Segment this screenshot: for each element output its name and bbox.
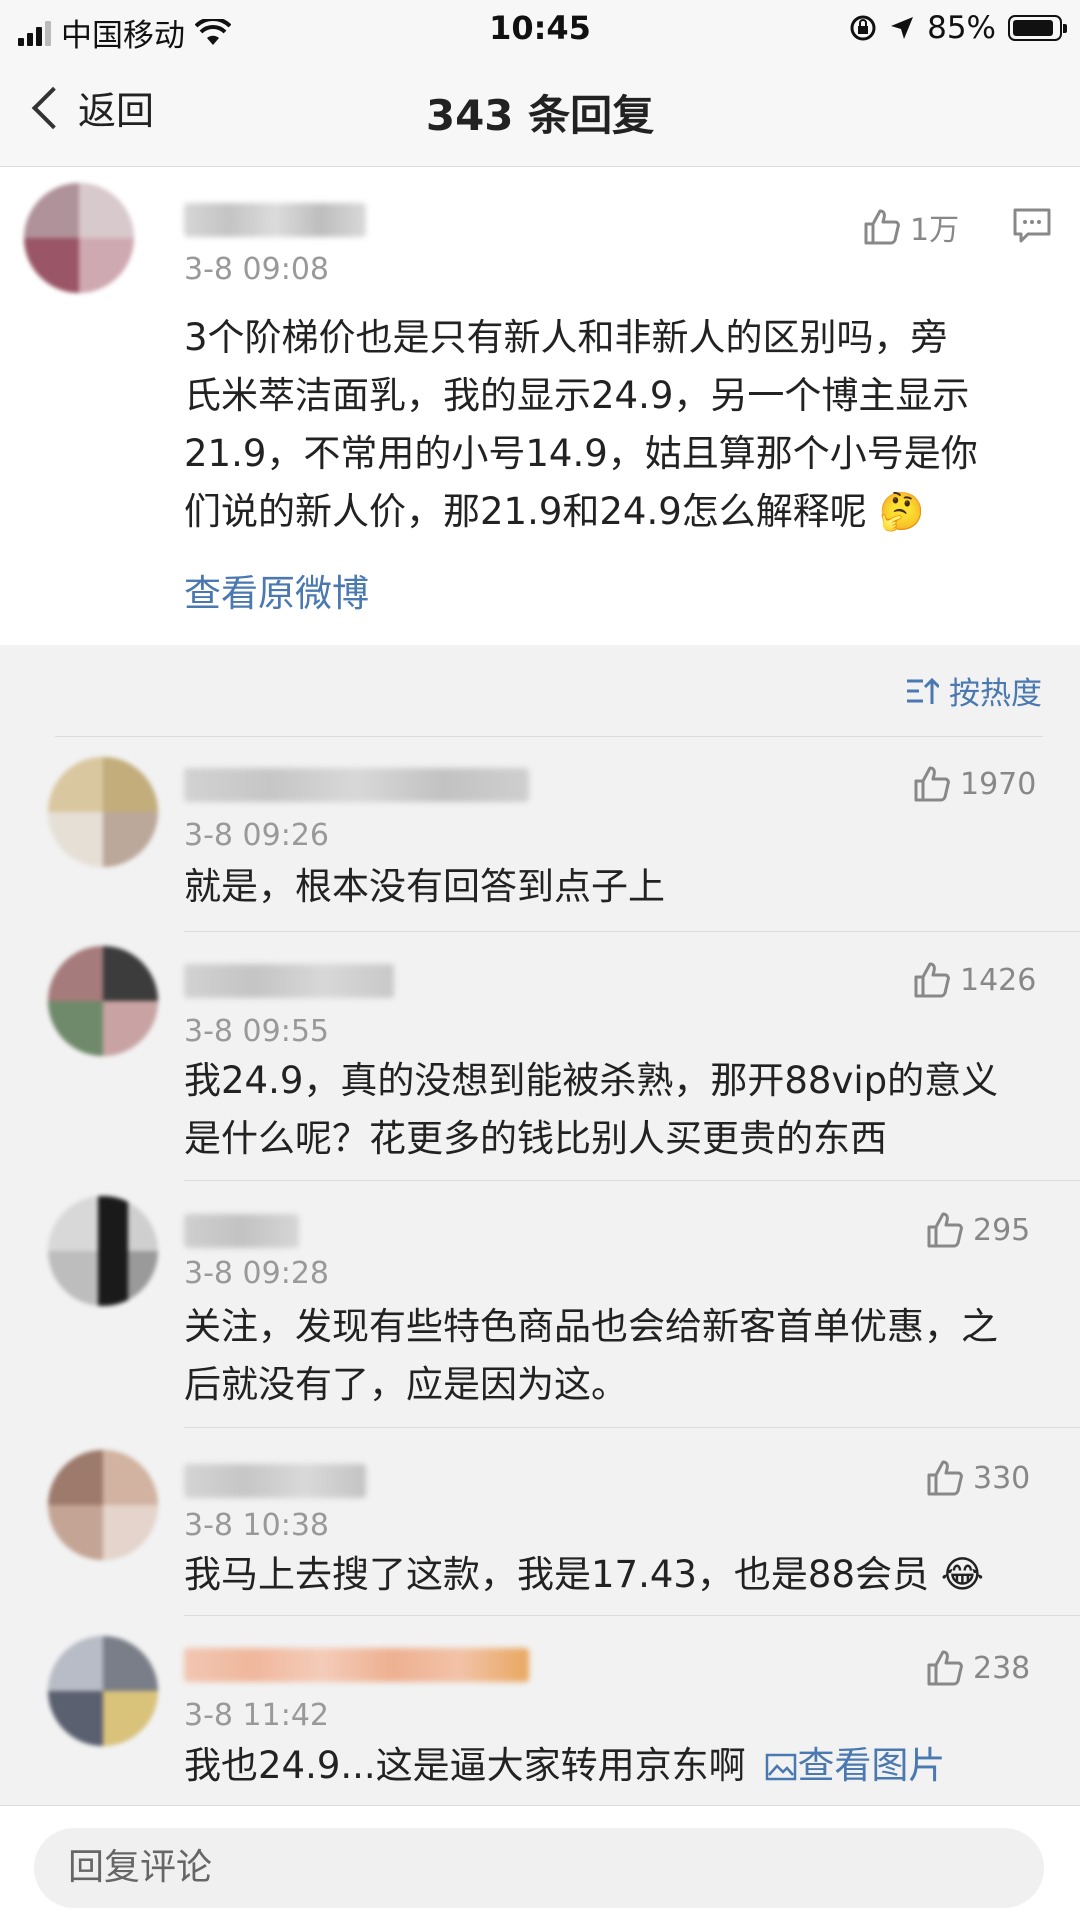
thumbs-up-icon <box>864 209 900 245</box>
like-button[interactable]: 1万 <box>862 205 959 249</box>
battery-percent: 85% <box>927 10 996 46</box>
comment-time: 3-8 09:08 <box>184 252 329 287</box>
reply-text: 关注，发现有些特色商品也会给新客首单优惠，之 后就没有了，应是因为这。 <box>184 1305 998 1406</box>
main-comment: 3-8 09:08 1万 3个阶梯价也是只有新人和非新人的区别吗，旁 氏米萃洁面… <box>0 167 1080 645</box>
reply-time: 3-8 10:38 <box>184 1508 329 1543</box>
divider <box>184 1427 1080 1428</box>
username-blurred[interactable] <box>184 203 366 237</box>
status-bar: 中国移动 10:45 85% <box>0 0 1080 56</box>
page-title: 343 条回复 <box>425 91 655 140</box>
username-blurred[interactable] <box>184 1648 529 1682</box>
thumbs-up-icon <box>927 1460 963 1496</box>
reply-text: 就是，根本没有回答到点子上 <box>184 865 665 908</box>
divider <box>184 1180 1080 1181</box>
divider <box>184 931 1080 932</box>
comment-text: 3个阶梯价也是只有新人和非新人的区别吗，旁 氏米萃洁面乳，我的显示24.9，另一… <box>184 316 978 533</box>
sort-icon <box>907 677 939 704</box>
username-blurred[interactable] <box>184 964 394 998</box>
like-count: 330 <box>973 1460 1031 1496</box>
avatar[interactable] <box>48 946 158 1056</box>
avatar[interactable] <box>48 757 158 867</box>
sort-label: 按热度 <box>949 676 1042 712</box>
thumbs-up-icon <box>927 1650 963 1686</box>
like-button[interactable]: 238 <box>925 1648 1030 1688</box>
like-count: 295 <box>973 1212 1031 1248</box>
avatar[interactable] <box>48 1196 158 1306</box>
username-blurred[interactable] <box>184 1464 366 1498</box>
like-button[interactable]: 295 <box>925 1210 1030 1250</box>
avatar[interactable] <box>48 1636 158 1746</box>
avatar[interactable] <box>48 1450 158 1560</box>
view-image-link[interactable]: 查看图片 <box>757 1744 945 1787</box>
view-original-link[interactable]: 查看原微博 <box>184 565 369 623</box>
divider <box>184 1615 1080 1616</box>
avatar[interactable] <box>24 183 134 293</box>
nav-bar: 返回 343 条回复 <box>0 56 1080 167</box>
reply-bar: 回复评论 <box>0 1805 1080 1921</box>
reply-time: 3-8 11:42 <box>184 1698 329 1733</box>
sort-button[interactable]: 按热度 <box>905 668 1042 713</box>
location-icon <box>891 17 914 39</box>
like-count: 1万 <box>910 213 960 248</box>
reply-input[interactable]: 回复评论 <box>34 1828 1044 1908</box>
reply-time: 3-8 09:28 <box>184 1256 329 1291</box>
thumbs-up-icon <box>914 962 950 998</box>
like-button[interactable]: 330 <box>925 1458 1030 1498</box>
reply-time: 3-8 09:26 <box>184 818 329 853</box>
like-button[interactable]: 1426 <box>912 960 1036 1000</box>
thumbs-up-icon <box>927 1212 963 1248</box>
battery-icon <box>1008 15 1067 41</box>
comment-icon[interactable] <box>1012 207 1052 245</box>
divider <box>55 736 1043 737</box>
orientation-lock-icon <box>850 15 876 41</box>
reply-time: 3-8 09:55 <box>184 1014 329 1049</box>
username-blurred[interactable] <box>184 1214 299 1248</box>
reply-text: 我马上去搜了这款，我是17.43，也是88会员 😂 <box>184 1553 984 1596</box>
username-blurred[interactable] <box>184 768 529 802</box>
reply-text: 我也24.9...这是逼大家转用京东啊 查看图片 <box>184 1744 946 1787</box>
image-icon <box>766 1753 797 1781</box>
thumbs-up-icon <box>914 766 950 802</box>
reply-text: 我24.9，真的没想到能被杀熟，那开88vip的意义 是什么呢？花更多的钱比别人… <box>184 1059 999 1160</box>
like-button[interactable]: 1970 <box>912 764 1036 804</box>
like-count: 238 <box>973 1650 1031 1686</box>
like-count: 1970 <box>960 766 1037 802</box>
like-count: 1426 <box>960 962 1037 998</box>
